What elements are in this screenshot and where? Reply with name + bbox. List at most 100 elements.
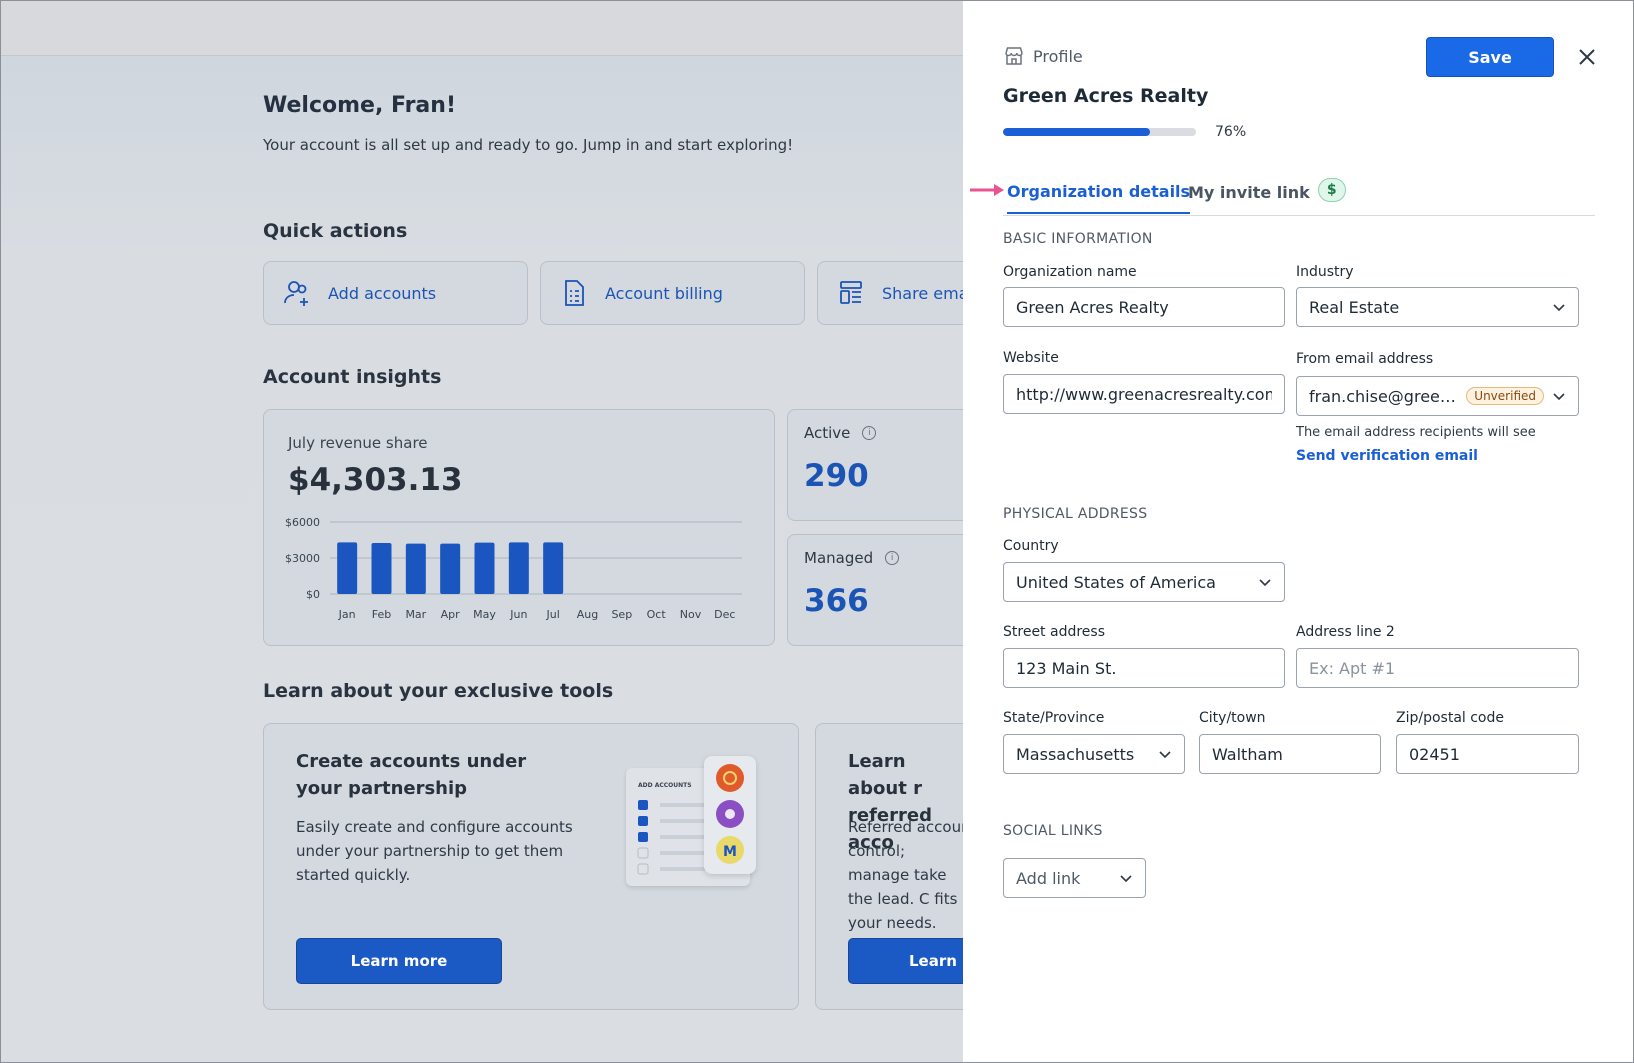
industry-select[interactable]: Real Estate bbox=[1296, 287, 1579, 327]
from-email-select[interactable]: fran.chise@greenac... Unverified bbox=[1296, 376, 1579, 416]
state-select[interactable]: Massachusetts bbox=[1003, 734, 1185, 774]
managed-label-text: Managed bbox=[804, 549, 874, 567]
org-title: Green Acres Realty bbox=[1003, 85, 1209, 107]
add-link-label: Add link bbox=[1016, 868, 1081, 888]
y-tick-label: $3000 bbox=[285, 552, 320, 565]
add-user-icon bbox=[282, 278, 312, 308]
org-name-input[interactable] bbox=[1003, 287, 1285, 327]
dollar-icon: $ bbox=[1317, 178, 1346, 202]
active-value: 290 bbox=[804, 458, 869, 494]
panel-header: Profile bbox=[1003, 45, 1083, 67]
tab-organization-details[interactable]: Organization details bbox=[1007, 182, 1191, 214]
y-tick-label: $0 bbox=[306, 588, 320, 601]
bar-feb bbox=[371, 543, 392, 594]
panel-header-label: Profile bbox=[1033, 46, 1083, 66]
managed-value: 366 bbox=[804, 583, 869, 619]
bar-may bbox=[474, 542, 495, 594]
industry-label: Industry bbox=[1296, 264, 1354, 280]
zip-label: Zip/postal code bbox=[1396, 710, 1505, 726]
app-logos-illustration: M bbox=[704, 756, 756, 874]
website-input[interactable] bbox=[1003, 374, 1285, 414]
tool-card-desc: Easily create and configure accounts und… bbox=[296, 818, 573, 884]
website-label: Website bbox=[1003, 350, 1059, 366]
layout-icon bbox=[836, 278, 866, 308]
org-name-label: Organization name bbox=[1003, 264, 1137, 280]
x-tick-label: Jun bbox=[509, 608, 527, 621]
info-icon[interactable]: i bbox=[862, 426, 877, 440]
info-icon[interactable]: i bbox=[885, 551, 900, 565]
city-input[interactable] bbox=[1199, 734, 1381, 774]
zip-input[interactable] bbox=[1396, 734, 1579, 774]
active-label-text: Active bbox=[804, 424, 851, 442]
from-email-label: From email address bbox=[1296, 351, 1434, 367]
x-tick-label: Nov bbox=[680, 608, 702, 621]
country-value: United States of America bbox=[1016, 572, 1216, 592]
tab-my-invite-link[interactable]: My invite link $ bbox=[1188, 178, 1346, 202]
send-verification-link[interactable]: Send verification email bbox=[1296, 448, 1478, 464]
from-email-value: fran.chise@greenac... bbox=[1309, 386, 1460, 406]
x-tick-label: May bbox=[473, 608, 496, 621]
x-tick-label: Jan bbox=[338, 608, 356, 621]
revenue-card: July revenue share $4,303.13 $6000 $3000 $… bbox=[263, 409, 775, 646]
app-logos-icon: M bbox=[716, 764, 744, 864]
managed-label: Managed i bbox=[804, 549, 900, 567]
unverified-badge: Unverified bbox=[1466, 387, 1544, 405]
bar-jan bbox=[337, 542, 358, 594]
tool-card-desc: Referred accour control; manage take the… bbox=[848, 818, 968, 932]
city-label: City/town bbox=[1199, 710, 1266, 726]
bar-jul bbox=[543, 542, 564, 594]
document-icon bbox=[559, 278, 589, 308]
industry-value: Real Estate bbox=[1309, 297, 1400, 317]
x-tick-label: Feb bbox=[372, 608, 391, 621]
country-label: Country bbox=[1003, 538, 1059, 554]
social-links-section-title: SOCIAL LINKS bbox=[1003, 823, 1103, 839]
account-billing-label: Account billing bbox=[605, 283, 723, 303]
profile-progress-bar bbox=[1003, 128, 1196, 136]
state-value: Massachusetts bbox=[1016, 744, 1135, 764]
store-icon bbox=[1003, 45, 1025, 67]
y-tick-label: $6000 bbox=[285, 516, 320, 529]
street-label: Street address bbox=[1003, 624, 1105, 640]
country-select[interactable]: United States of America bbox=[1003, 562, 1285, 602]
tool-card-create-accounts: Create accounts under your partnership E… bbox=[263, 723, 799, 1010]
x-tick-label: Dec bbox=[714, 608, 735, 621]
chevron-down-icon bbox=[1120, 875, 1132, 883]
address-line2-input[interactable] bbox=[1296, 648, 1579, 688]
tool-card-title: Create accounts under your partnership bbox=[296, 751, 527, 799]
share-email-label: Share emai bbox=[882, 283, 973, 303]
x-tick-label: Apr bbox=[441, 608, 461, 621]
chevron-down-icon bbox=[1553, 393, 1565, 401]
address-line2-label: Address line 2 bbox=[1296, 624, 1395, 640]
account-insights-title: Account insights bbox=[263, 366, 442, 388]
bar-apr bbox=[440, 543, 461, 594]
welcome-title: Welcome, Fran! bbox=[263, 93, 456, 118]
learn-tools-title: Learn about your exclusive tools bbox=[263, 680, 614, 702]
email-help-text: The email address recipients will see bbox=[1296, 425, 1536, 440]
basic-info-section-title: BASIC INFORMATION bbox=[1003, 231, 1153, 247]
account-billing-button[interactable]: Account billing bbox=[540, 261, 805, 325]
welcome-subtitle: Your account is all set up and ready to … bbox=[263, 136, 794, 154]
progress-text: 76% bbox=[1215, 124, 1247, 140]
chevron-down-icon bbox=[1259, 579, 1271, 587]
add-accounts-label: Add accounts bbox=[328, 283, 437, 303]
x-tick-label: Jul bbox=[546, 608, 560, 621]
learn-more-button[interactable]: Learn more bbox=[296, 938, 502, 984]
svg-text:M: M bbox=[723, 844, 737, 860]
active-label: Active i bbox=[804, 424, 877, 442]
active-card: Active i 290 bbox=[787, 409, 987, 521]
state-label: State/Province bbox=[1003, 710, 1105, 726]
panel-tabs: Organization details My invite link $ bbox=[1003, 176, 1595, 216]
chevron-down-icon bbox=[1553, 304, 1565, 312]
street-input[interactable] bbox=[1003, 648, 1285, 688]
x-tick-label: Oct bbox=[647, 608, 667, 621]
add-accounts-button[interactable]: Add accounts bbox=[263, 261, 528, 325]
quick-actions-title: Quick actions bbox=[263, 220, 408, 242]
x-tick-label: Sep bbox=[611, 608, 632, 621]
managed-card: Managed i 366 bbox=[787, 534, 987, 646]
x-tick-label: Mar bbox=[405, 608, 426, 621]
add-link-select[interactable]: Add link bbox=[1003, 858, 1146, 898]
revenue-bar-chart: $6000 $3000 $0 Jan Feb Mar Apr May Jun Jul Aug Sep O… bbox=[285, 516, 742, 621]
save-button[interactable]: Save bbox=[1426, 37, 1554, 77]
close-icon[interactable] bbox=[1575, 45, 1599, 69]
tab-my-invite-link-label: My invite link bbox=[1188, 182, 1310, 202]
